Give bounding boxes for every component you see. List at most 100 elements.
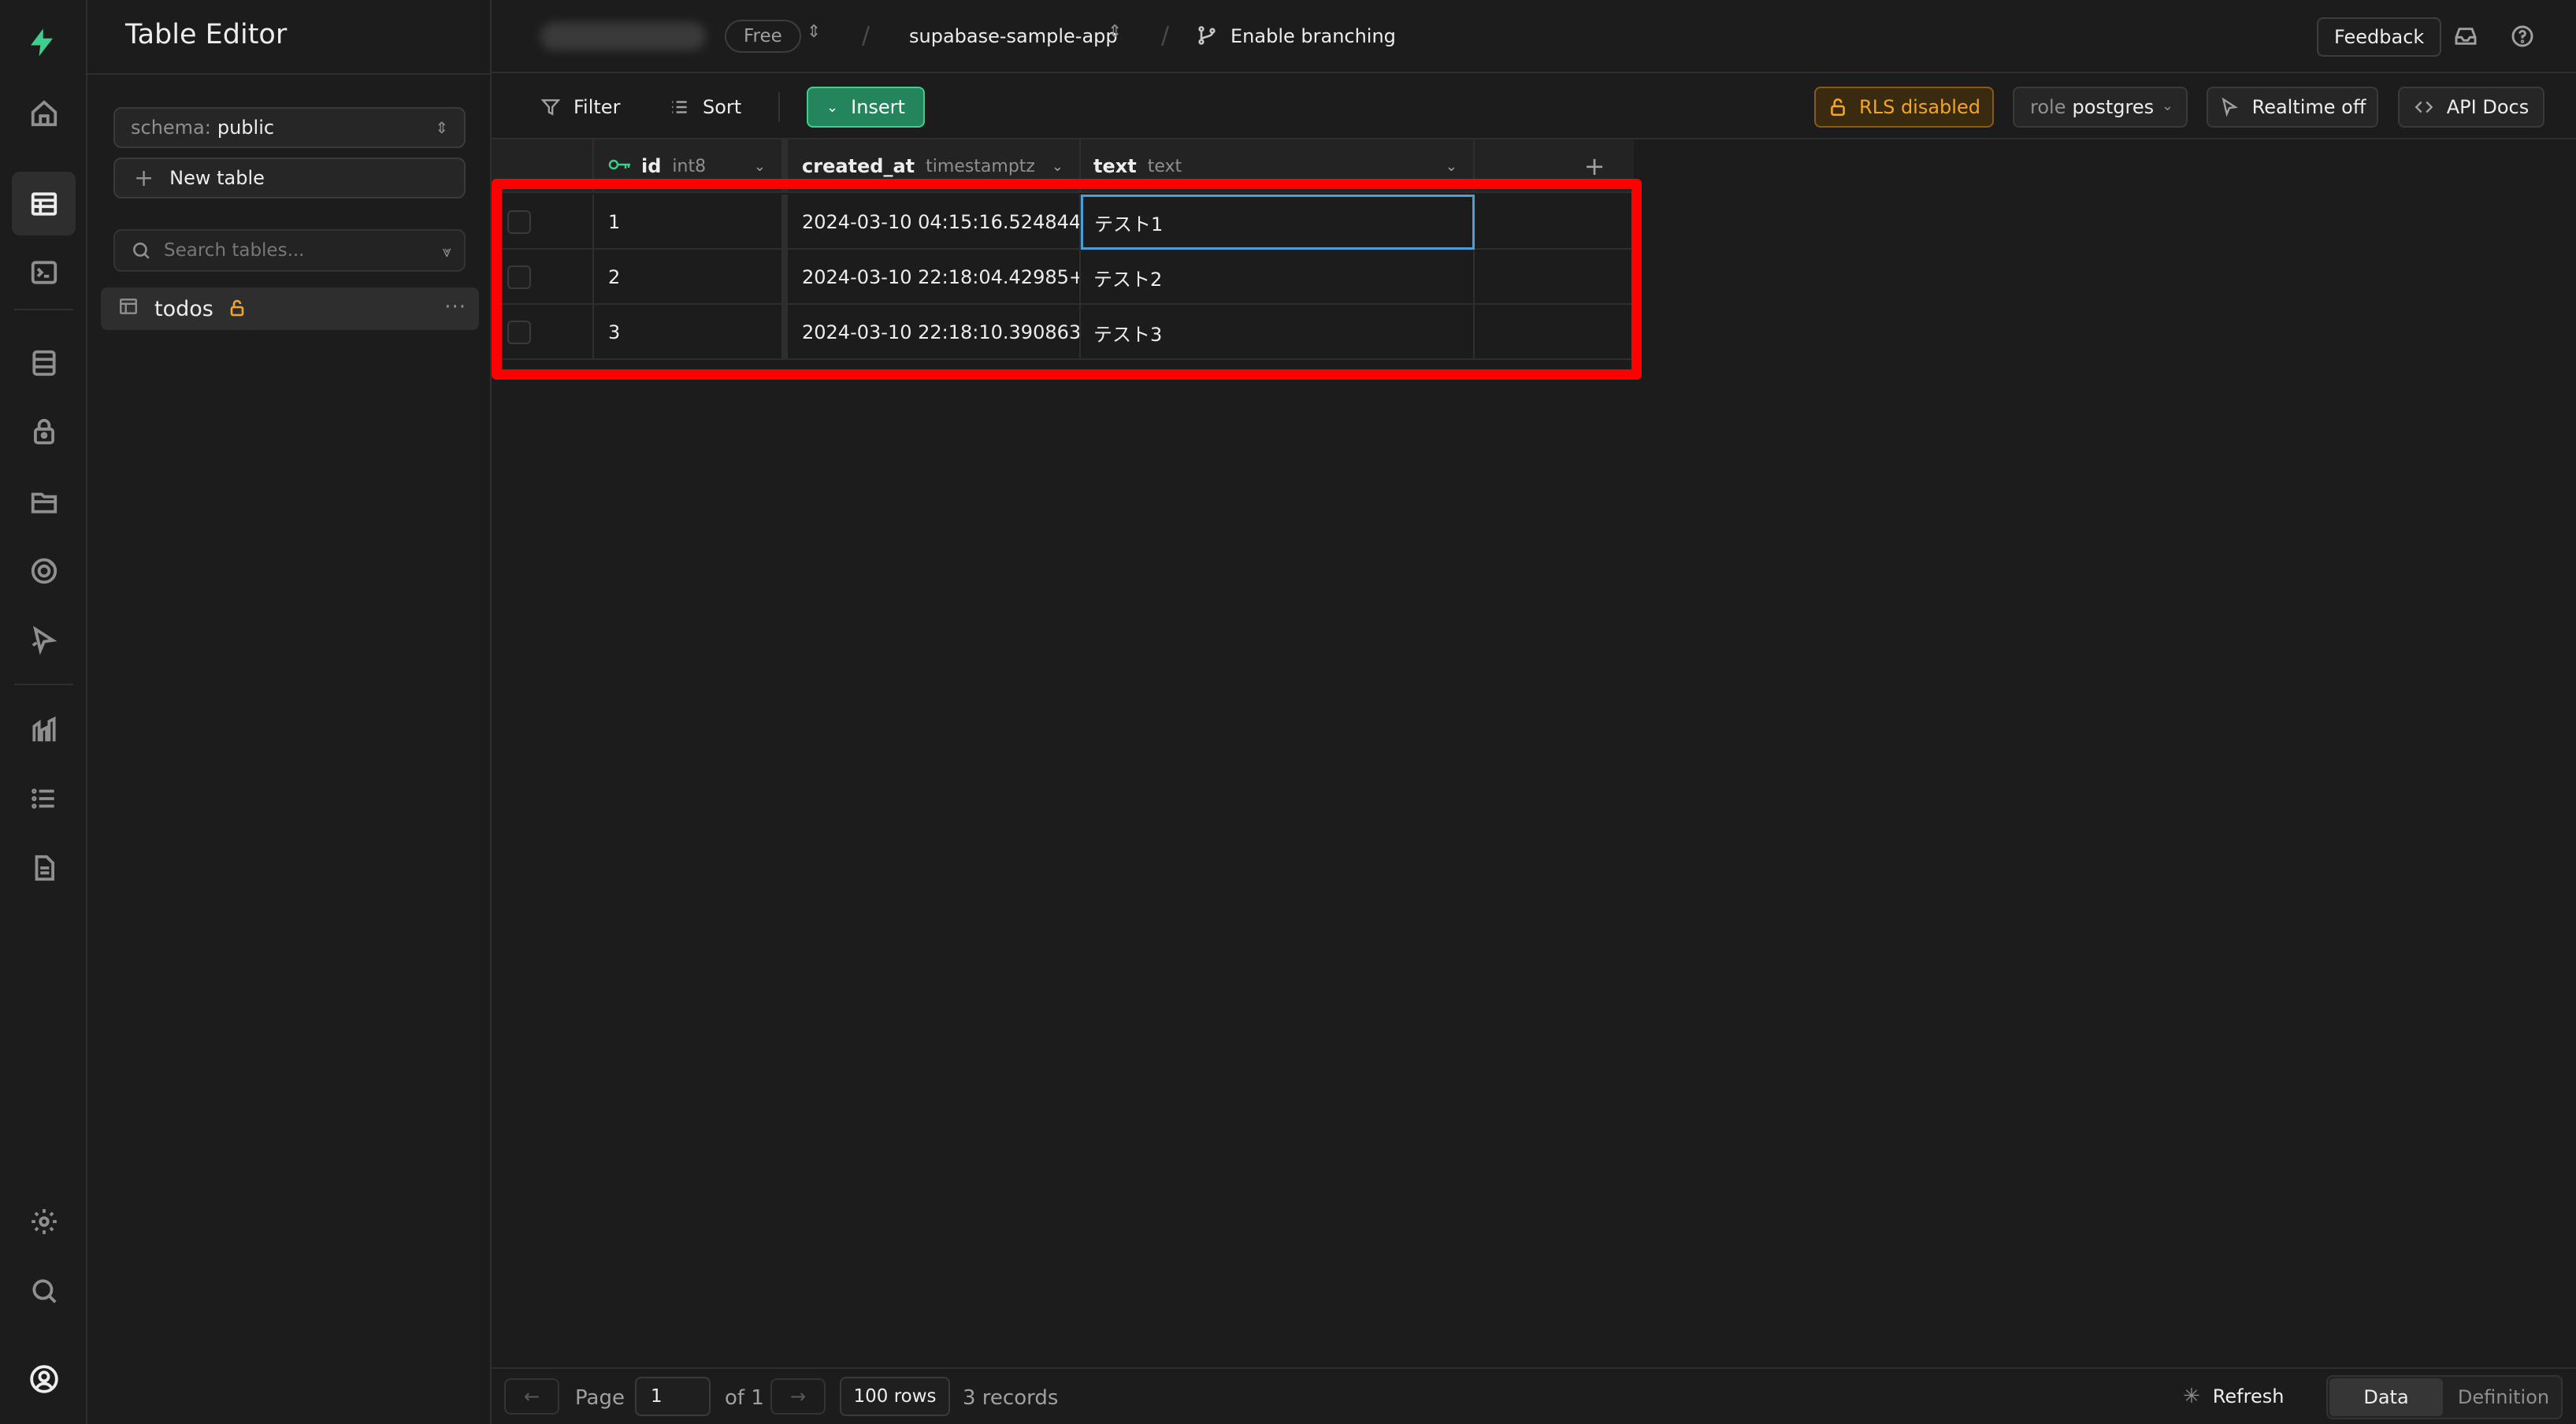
cell-created-at[interactable]: 2024-03-10 22:18:10.390863+00 bbox=[783, 305, 1081, 360]
view-toggle: Data Definition bbox=[2326, 1375, 2563, 1419]
search-icon[interactable] bbox=[28, 1274, 61, 1307]
table-name: todos bbox=[154, 296, 213, 321]
row-checkbox[interactable] bbox=[507, 321, 531, 344]
plan-badge: Free bbox=[725, 20, 801, 53]
table-editor-sidebar: Table Editor schema: public ⇕ + New tabl… bbox=[87, 0, 492, 1424]
row-select[interactable] bbox=[492, 305, 594, 360]
realtime-label: Realtime off bbox=[2251, 96, 2366, 118]
column-header-created-at[interactable]: created_at timestamptz ⌄ bbox=[783, 139, 1081, 193]
next-page-button[interactable]: → bbox=[770, 1378, 826, 1415]
settings-icon[interactable] bbox=[28, 1205, 61, 1238]
page-label: Page bbox=[575, 1386, 625, 1410]
table-row: 1 2024-03-10 04:15:16.524844+00 テスト1 bbox=[492, 195, 1634, 250]
grid-footer: ← Page of 1 → 100 rows 3 records ✳ Refre… bbox=[492, 1367, 2576, 1424]
sidebar-table-todos[interactable]: todos ··· bbox=[101, 287, 479, 330]
row-select[interactable] bbox=[492, 250, 594, 305]
column-type: text bbox=[1147, 156, 1182, 176]
definition-view-tab[interactable]: Definition bbox=[2446, 1378, 2561, 1416]
enable-branching-button[interactable]: Enable branching bbox=[1230, 25, 1396, 47]
row-checkbox[interactable] bbox=[507, 210, 531, 234]
project-name[interactable]: supabase-sample-app bbox=[909, 25, 1118, 47]
role-select[interactable]: role postgres ⌄ bbox=[2013, 87, 2188, 128]
column-name: id bbox=[641, 155, 662, 177]
cell-empty bbox=[1475, 250, 1634, 305]
sql-editor-icon[interactable] bbox=[28, 256, 61, 289]
realtime-icon[interactable] bbox=[28, 624, 61, 657]
role-label: role bbox=[2030, 96, 2066, 118]
sidebar-title: Table Editor bbox=[125, 19, 288, 50]
realtime-button[interactable]: Realtime off bbox=[2207, 87, 2378, 128]
chevron-up-down-icon: ⇕ bbox=[435, 118, 448, 137]
add-column-button[interactable]: + bbox=[1555, 139, 1634, 193]
column-type: int8 bbox=[672, 156, 707, 176]
rows-per-page-button[interactable]: 100 rows bbox=[840, 1377, 950, 1416]
chevron-up-down-icon[interactable]: ⇕ bbox=[807, 22, 821, 42]
record-count: 3 records bbox=[963, 1386, 1059, 1410]
cell-id[interactable]: 2 bbox=[594, 250, 783, 305]
cell-id[interactable]: 3 bbox=[594, 305, 783, 360]
new-table-button[interactable]: + New table bbox=[113, 158, 466, 198]
cell-text-selected[interactable]: テスト1 bbox=[1081, 195, 1475, 250]
new-table-label: New table bbox=[169, 167, 265, 189]
column-header-text[interactable]: text text ⌄ bbox=[1081, 139, 1475, 193]
role-value: postgres bbox=[2072, 96, 2155, 118]
search-tables-input[interactable] bbox=[164, 240, 416, 261]
schema-select[interactable]: schema: public ⇕ bbox=[113, 107, 466, 148]
chevrons-down-icon[interactable]: ⩔ bbox=[443, 242, 451, 261]
api-docs-button[interactable]: API Docs bbox=[2398, 87, 2544, 128]
sort-label: Sort bbox=[703, 96, 742, 118]
database-icon[interactable] bbox=[28, 347, 61, 380]
cell-text[interactable]: テスト3 bbox=[1081, 305, 1475, 360]
chevron-up-down-icon[interactable]: ⇕ bbox=[1108, 22, 1122, 42]
supabase-logo-icon[interactable] bbox=[25, 26, 58, 59]
logs-icon[interactable] bbox=[28, 782, 61, 815]
auth-icon[interactable] bbox=[28, 415, 61, 448]
edge-functions-icon[interactable] bbox=[28, 554, 61, 588]
cell-id[interactable]: 1 bbox=[594, 195, 783, 250]
feedback-button[interactable]: Feedback bbox=[2317, 17, 2442, 57]
prev-page-button[interactable]: ← bbox=[504, 1378, 559, 1415]
row-select[interactable] bbox=[492, 195, 594, 250]
chevron-down-icon: ⌄ bbox=[826, 98, 839, 116]
api-docs-label: API Docs bbox=[2446, 96, 2530, 118]
sort-button[interactable]: Sort bbox=[670, 89, 741, 125]
cursor-icon bbox=[2222, 97, 2238, 117]
filter-button[interactable]: Filter bbox=[540, 89, 620, 125]
cell-created-at[interactable]: 2024-03-10 22:18:04.42985+00 bbox=[783, 250, 1081, 305]
chevron-down-icon[interactable]: ⌄ bbox=[1446, 158, 1457, 175]
api-docs-icon[interactable] bbox=[28, 851, 61, 884]
rls-disabled-button[interactable]: RLS disabled bbox=[1814, 87, 1994, 128]
row-checkbox[interactable] bbox=[507, 265, 531, 289]
table-row: 2 2024-03-10 22:18:04.42985+00 テスト2 bbox=[492, 250, 1634, 305]
organization-name-blurred[interactable] bbox=[540, 22, 706, 50]
cell-text[interactable]: テスト2 bbox=[1081, 250, 1475, 305]
table-editor-icon[interactable] bbox=[28, 187, 61, 221]
search-icon bbox=[133, 243, 150, 259]
refresh-button[interactable]: ✳ Refresh bbox=[2183, 1385, 2284, 1408]
account-icon[interactable] bbox=[28, 1363, 61, 1396]
column-type: timestamptz bbox=[926, 156, 1035, 176]
home-icon[interactable] bbox=[28, 97, 61, 130]
reports-icon[interactable] bbox=[28, 714, 61, 747]
cell-empty bbox=[1475, 305, 1634, 360]
column-header-id[interactable]: id int8 ⌄ bbox=[594, 139, 783, 193]
more-options-icon[interactable]: ··· bbox=[444, 295, 466, 319]
page-number-input[interactable] bbox=[635, 1377, 711, 1416]
refresh-label: Refresh bbox=[2212, 1385, 2285, 1407]
schema-label: schema: bbox=[131, 117, 211, 139]
primary-key-icon bbox=[608, 155, 641, 177]
cell-created-at[interactable]: 2024-03-10 04:15:16.524844+00 bbox=[783, 195, 1081, 250]
chevron-down-icon[interactable]: ⌄ bbox=[754, 158, 766, 175]
filter-label: Filter bbox=[573, 96, 621, 118]
code-icon bbox=[2415, 101, 2433, 113]
chevron-down-icon[interactable]: ⌄ bbox=[1052, 158, 1063, 175]
chevron-down-icon: ⌄ bbox=[2161, 98, 2173, 114]
select-all-column bbox=[492, 139, 594, 193]
insert-button[interactable]: ⌄ Insert bbox=[807, 87, 925, 128]
storage-icon[interactable] bbox=[28, 485, 61, 518]
data-view-tab[interactable]: Data bbox=[2329, 1378, 2443, 1416]
rls-label: RLS disabled bbox=[1859, 96, 1980, 118]
top-bar: Free ⇕ / supabase-sample-app ⇕ / Enable … bbox=[492, 0, 2576, 73]
table-row: 3 2024-03-10 22:18:10.390863+00 テスト3 bbox=[492, 305, 1634, 360]
cell-empty bbox=[1475, 195, 1634, 250]
